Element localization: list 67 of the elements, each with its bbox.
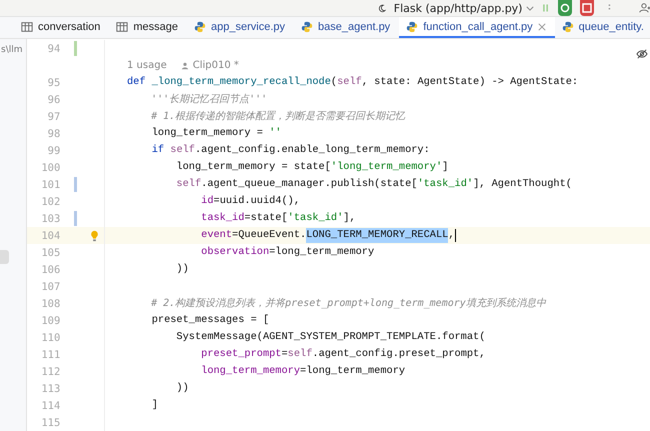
python-file-icon [406, 20, 418, 32]
editor-tab[interactable]: base_agent.py [294, 17, 400, 38]
project-path-text: s\llm [1, 45, 22, 55]
code-line: if self.agent_config.enable_long_term_memory: [150, 143, 430, 158]
line-number: 98 [46, 128, 60, 140]
add-user-icon[interactable] [638, 1, 650, 15]
debug-button[interactable] [558, 0, 572, 16]
code-line: preset_prompt=self.agent_config.preset_prompt, [200, 347, 486, 362]
code-line: observation=long_term_memory [200, 245, 374, 260]
line-number: 94 [46, 42, 60, 54]
code-line: long_term_memory=long_term_memory [200, 364, 406, 379]
code-line: )) [175, 381, 189, 396]
line-number: 114 [40, 400, 60, 412]
line-number: 111 [40, 348, 60, 360]
run-configuration-dropdown[interactable]: Flask (app/http/app.py) [394, 2, 534, 14]
editor-tab[interactable]: conversation [14, 17, 110, 38]
lightbulb-icon[interactable] [90, 230, 100, 242]
moon-icon [378, 2, 386, 14]
close-icon[interactable] [538, 22, 546, 30]
line-number: 106 [40, 264, 60, 276]
code-line: # 2.构建预设消息列表，并将preset_prompt+long_term_memory填充到系统消息中 [150, 296, 546, 311]
line-number: 110 [40, 332, 60, 344]
code-line: long_term_memory = '' [150, 126, 282, 141]
line-number: 108 [40, 298, 60, 310]
line-number: 112 [40, 366, 60, 378]
scrollbar-thumb[interactable] [0, 250, 9, 264]
person-icon [180, 62, 189, 70]
table-icon [21, 20, 33, 32]
line-number: 100 [40, 162, 60, 174]
code-line: preset_messages = [ [150, 313, 270, 328]
line-number: 113 [40, 382, 60, 394]
code-line: '''长期记忆召回节点''' [150, 92, 268, 107]
editor-tab[interactable]: queue_entity. [554, 17, 650, 38]
code-line: event=QueueEvent.LONG_TERM_MEMORY_RECALL, [200, 228, 456, 243]
line-number: 102 [40, 196, 60, 208]
line-number: 101 [40, 178, 60, 190]
line-number: 115 [40, 416, 60, 428]
line-number: 99 [46, 144, 60, 156]
editor-tab[interactable]: function_call_agent.py [399, 17, 555, 38]
editor-tab[interactable]: message [109, 17, 188, 38]
usages-hint[interactable]: 1 usage [127, 60, 167, 71]
author-hint[interactable]: Clip010 * [192, 60, 239, 71]
python-file-icon [562, 20, 574, 32]
line-number: 109 [40, 314, 60, 326]
stop-button[interactable] [580, 0, 594, 16]
python-file-icon [301, 20, 314, 32]
eye-slash-icon[interactable] [636, 49, 648, 59]
line-number: 104 [40, 230, 60, 242]
line-number: 97 [46, 110, 60, 122]
code-line: id=uuid.uuid4(), [200, 194, 300, 209]
line-number: 105 [40, 246, 60, 258]
code-line: task_id=state['task_id'], [200, 211, 356, 226]
python-file-icon [194, 20, 206, 32]
code-line: # 1.根据传递的智能体配置，判断是否需要召回长期记忆 [150, 110, 406, 124]
line-number: 96 [46, 94, 60, 106]
code-line: long_term_memory = state['long_term_memory'] [175, 160, 448, 175]
code-line: def _long_term_memory_recall_node(self, state: AgentState) -> AgentState: [127, 75, 578, 90]
code-line: SystemMessage(AGENT_SYSTEM_PROMPT_TEMPLATE.format( [175, 330, 486, 345]
line-number: 103 [40, 212, 60, 224]
line-number: 95 [46, 76, 60, 88]
code-line: self.agent_queue_manager.publish(state['task_id'], AgentThought( [175, 177, 572, 192]
chevron-down-icon [526, 6, 534, 10]
line-number: 107 [40, 280, 60, 292]
code-line: )) [175, 262, 189, 277]
table-icon [116, 20, 128, 32]
code-line: ] [150, 398, 158, 413]
editor-tab[interactable]: app_service.py [187, 17, 294, 38]
